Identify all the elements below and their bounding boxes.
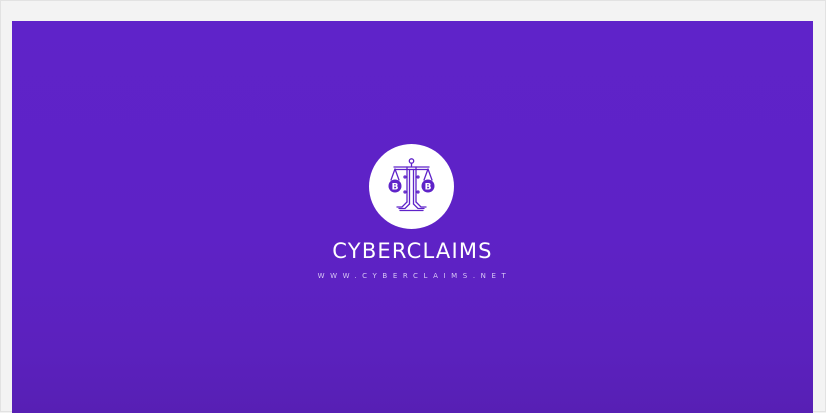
scales-of-justice-bitcoin-icon: B B bbox=[388, 158, 435, 212]
brand-name: CYBERCLAIMS bbox=[332, 239, 493, 263]
brand-url: WWW.CYBERCLAIMS.NET bbox=[317, 272, 512, 280]
page-frame: B B CYBERCLAIMS WWW.CYBERCLAIMS.NET bbox=[0, 0, 826, 413]
right-coin-symbol: B bbox=[425, 183, 432, 193]
left-coin-symbol: B bbox=[392, 183, 399, 193]
hero-banner: B B CYBERCLAIMS WWW.CYBERCLAIMS.NET bbox=[12, 21, 813, 413]
logo-badge: B B bbox=[369, 144, 454, 229]
